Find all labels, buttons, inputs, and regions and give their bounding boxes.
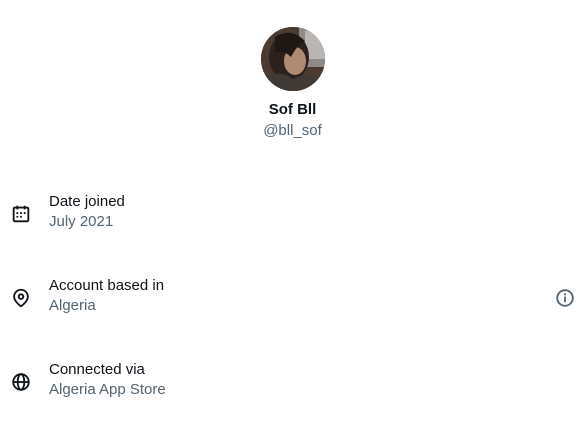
date-joined-value: July 2021 bbox=[49, 213, 114, 230]
date-joined-text: Date joined July 2021 bbox=[49, 192, 125, 232]
account-based-in-row: Account based in Algeria bbox=[0, 276, 585, 320]
account-based-in-label: Account based in bbox=[49, 277, 165, 294]
account-info-page: Sof Bll @bll_sof Date joined July 2021 A… bbox=[0, 0, 585, 423]
location-pin-icon bbox=[13, 288, 29, 308]
profile-header: Sof Bll @bll_sof bbox=[0, 27, 585, 141]
info-icon[interactable] bbox=[554, 287, 576, 309]
avatar-photo bbox=[260, 27, 325, 91]
connected-via-value: Algeria App Store bbox=[49, 381, 166, 398]
connected-via-label: Connected via bbox=[49, 361, 145, 378]
calendar-icon bbox=[12, 205, 30, 223]
avatar[interactable] bbox=[260, 27, 325, 91]
user-handle: @bll_sof bbox=[263, 122, 322, 139]
connected-via-text: Connected via Algeria App Store bbox=[49, 360, 166, 400]
connected-via-row: Connected via Algeria App Store bbox=[0, 360, 585, 404]
account-based-in-value: Algeria bbox=[49, 297, 96, 314]
account-based-in-text: Account based in Algeria bbox=[49, 276, 164, 316]
date-joined-row: Date joined July 2021 bbox=[0, 192, 585, 236]
date-joined-label: Date joined bbox=[49, 193, 125, 210]
display-name: Sof Bll bbox=[268, 101, 317, 118]
globe-icon bbox=[12, 373, 30, 391]
